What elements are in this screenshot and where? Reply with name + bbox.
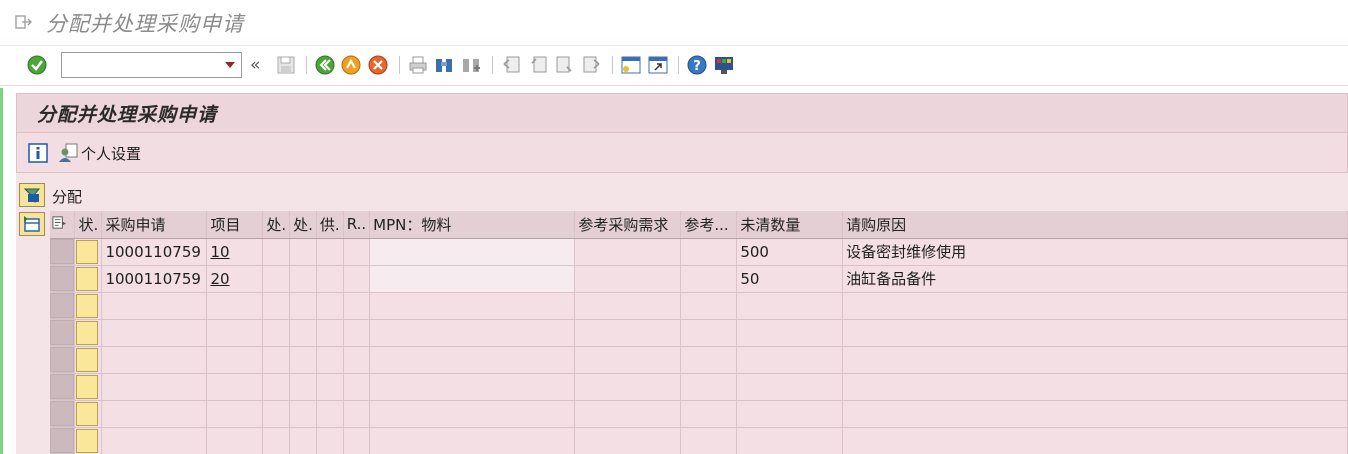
alv-table: 状. 采购申请 项目 处. 处. 供. R.. MPN：物料 参考采购需求 参考… [50,211,1348,454]
separator [678,56,679,74]
left-accent-strip [0,88,3,454]
assign-icon [23,188,41,203]
item-link-text[interactable]: 20 [210,270,229,288]
find-icon[interactable] [433,54,455,76]
column-header[interactable]: 参考... [680,211,738,239]
status-cell[interactable] [74,400,103,428]
user-settings-icon [59,143,78,162]
title-bar: 分配并处理采购申请 [0,0,1348,46]
command-input[interactable] [62,53,212,77]
table-row-empty[interactable] [50,292,1348,320]
table-row[interactable]: 1000110759 10 500 设备密封维修使用 [50,238,1348,266]
assign-button[interactable] [19,183,45,207]
standard-toolbar: « ? [0,46,1348,86]
prev-page-icon[interactable] [527,54,549,76]
separator [612,56,613,74]
grid-settings-button[interactable] [19,212,45,236]
row-selector[interactable] [50,400,76,428]
column-header[interactable]: 状. [74,211,103,239]
assign-label: 分配 [52,188,83,206]
command-field[interactable] [61,52,242,78]
table-row-empty[interactable] [50,346,1348,374]
status-cell[interactable] [74,238,103,266]
find-next-icon[interactable] [460,54,482,76]
row-selector[interactable] [50,427,76,454]
status-cell[interactable] [74,427,103,454]
status-cell[interactable] [74,292,103,320]
svg-text:?: ? [693,59,701,74]
row-selector[interactable] [50,346,76,374]
screen-title: 分配并处理采购申请 [37,104,218,126]
item-link[interactable]: 20 [206,265,264,293]
enter-icon[interactable] [26,54,48,76]
item-link-text[interactable]: 10 [210,243,229,261]
next-page-icon[interactable] [554,54,576,76]
cancel-icon[interactable] [367,54,389,76]
column-header[interactable]: 供. [316,211,344,239]
row-selector[interactable] [50,265,76,293]
exit-menu-icon[interactable] [15,14,33,30]
alv-toolbar: 分配 [16,183,1348,209]
table-row[interactable]: 1000110759 20 50 油缸备品备件 [50,265,1348,293]
screen-header: 分配并处理采购申请 [16,93,1348,133]
exit-icon[interactable] [340,54,362,76]
column-header[interactable]: 处. [289,211,317,239]
separator [399,56,400,74]
requisition-grid: 状. 采购申请 项目 处. 处. 供. R.. MPN：物料 参考采购需求 参考… [16,211,1348,454]
collapse-command-icon[interactable]: « [250,55,260,75]
status-cell[interactable] [74,319,103,347]
back-icon[interactable] [314,54,336,76]
column-header[interactable]: 采购申请 [101,211,208,239]
personal-settings-label: 个人设置 [81,144,142,163]
status-cell[interactable] [74,265,103,293]
last-page-icon[interactable] [581,54,603,76]
table-row-empty[interactable] [50,427,1348,454]
column-header[interactable]: 未清数量 [736,211,844,239]
column-header[interactable]: 处. [262,211,291,239]
save-icon[interactable] [275,54,297,76]
grid-settings-icon [24,216,40,232]
layout-icon[interactable] [713,54,735,76]
column-header[interactable]: 参考采购需求 [574,211,682,239]
reason-cell: 油缸备品备件 [842,265,1348,293]
first-page-icon[interactable] [500,54,522,76]
separator [306,56,307,74]
column-header[interactable]: R.. [343,211,371,239]
command-dropdown-icon[interactable] [225,62,235,68]
open-quantity-cell: 50 [736,265,844,293]
status-cell[interactable] [74,346,103,374]
info-icon[interactable] [28,143,48,163]
pr-number-cell: 1000110759 [101,265,208,293]
table-header-row: 状. 采购申请 项目 处. 处. 供. R.. MPN：物料 参考采购需求 参考… [50,211,1348,239]
separator [492,56,493,74]
application-toolbar: 个人设置 [16,133,1348,173]
table-row-empty[interactable] [50,400,1348,428]
item-link[interactable]: 10 [206,238,264,266]
row-selector[interactable] [50,238,76,266]
main-content: 分配并处理采购申请 个人设置 分配 状. 采购申请 项目 处. 处. 供. R.… [16,93,1348,454]
select-all-cell[interactable] [50,211,76,239]
table-row-empty[interactable] [50,373,1348,401]
row-selector[interactable] [50,373,76,401]
table-row-empty[interactable] [50,319,1348,347]
column-header[interactable]: MPN：物料 [369,211,576,239]
print-icon[interactable] [407,54,429,76]
column-header[interactable]: 项目 [206,211,264,239]
pr-number-cell: 1000110759 [101,238,208,266]
personal-settings-button[interactable]: 个人设置 [57,142,141,164]
column-header[interactable]: 请购原因 [842,211,1348,239]
shortcut-icon[interactable] [647,54,669,76]
select-all-icon [52,216,67,229]
status-cell[interactable] [74,373,103,401]
new-session-icon[interactable] [620,54,642,76]
row-selector[interactable] [50,319,76,347]
window-title: 分配并处理采购申请 [46,12,244,36]
reason-cell: 设备密封维修使用 [842,238,1348,266]
open-quantity-cell: 500 [736,238,844,266]
row-selector[interactable] [50,292,76,320]
help-icon[interactable]: ? [686,54,708,76]
